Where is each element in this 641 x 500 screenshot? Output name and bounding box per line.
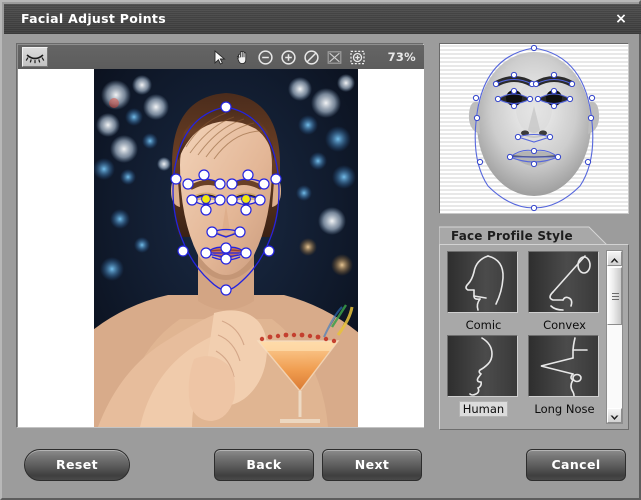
profile-item-human[interactable]: Human [447,335,520,419]
scrollbar-grip [612,293,619,300]
scroll-down-button[interactable] [607,408,622,423]
human-profile-glyph [469,337,493,396]
photo-with-overlay [94,69,358,427]
cursor-arrow-icon[interactable] [211,49,228,66]
closed-eye-icon[interactable] [22,47,48,67]
scrollbar-thumb[interactable] [607,267,622,325]
face-profile-style-panel: Comic Convex Human Long Nose [439,244,629,430]
face-preview[interactable] [439,43,629,214]
zoom-level-label: 73% [387,50,416,64]
comic-profile-glyph [465,255,504,311]
profile-thumb-comic[interactable] [447,251,518,313]
reset-button[interactable]: Reset [24,449,130,481]
next-button[interactable]: Next [322,449,422,481]
face-profile-style-title: Face Profile Style [451,229,573,243]
plus-circle-icon[interactable] [280,49,297,66]
source-photo[interactable] [94,69,358,427]
window-title: Facial Adjust Points [21,11,166,26]
profile-item-comic[interactable]: Comic [447,251,520,335]
long-nose-profile-glyph [540,337,588,396]
facial-adjust-points-dialog: Facial Adjust Points × 73% Face Profile … [0,0,641,500]
face-preview-render [440,44,628,213]
canvas-toolbar: 73% [18,45,424,69]
profile-label-human: Human [447,399,520,419]
convex-profile-glyph [549,255,591,311]
no-zoom-circle-icon[interactable] [303,49,320,66]
tool-icon-group [211,45,366,69]
profile-list-scrollbar[interactable] [606,250,623,424]
profile-label-convex: Convex [543,318,586,332]
minus-circle-icon[interactable] [257,49,274,66]
scrollbar-track[interactable] [607,266,622,408]
profile-thumb-long-nose[interactable] [528,335,599,397]
profile-item-long-nose[interactable]: Long Nose [528,335,601,419]
profile-thumb-convex[interactable] [528,251,599,313]
profile-item-convex[interactable]: Convex [528,251,601,335]
fit-window-icon[interactable] [326,49,343,66]
marquee-zoom-icon[interactable] [349,49,366,66]
title-bar: Facial Adjust Points × [4,4,641,34]
cancel-button[interactable]: Cancel [526,449,626,481]
facial-adjust-canvas[interactable] [18,69,424,427]
profile-label-comic: Comic [465,318,502,332]
close-icon[interactable]: × [612,10,630,28]
scroll-up-button[interactable] [607,251,622,266]
profile-thumbnail-grid: Comic Convex Human Long Nose [447,251,602,419]
canvas-panel: 73% [16,43,424,428]
closed-eye-glyph [25,54,45,64]
profile-label-long-nose: Long Nose [534,402,595,416]
profile-thumb-human[interactable] [447,335,518,397]
back-button[interactable]: Back [214,449,314,481]
chevron-down-icon [610,415,619,420]
hand-icon[interactable] [234,49,251,66]
